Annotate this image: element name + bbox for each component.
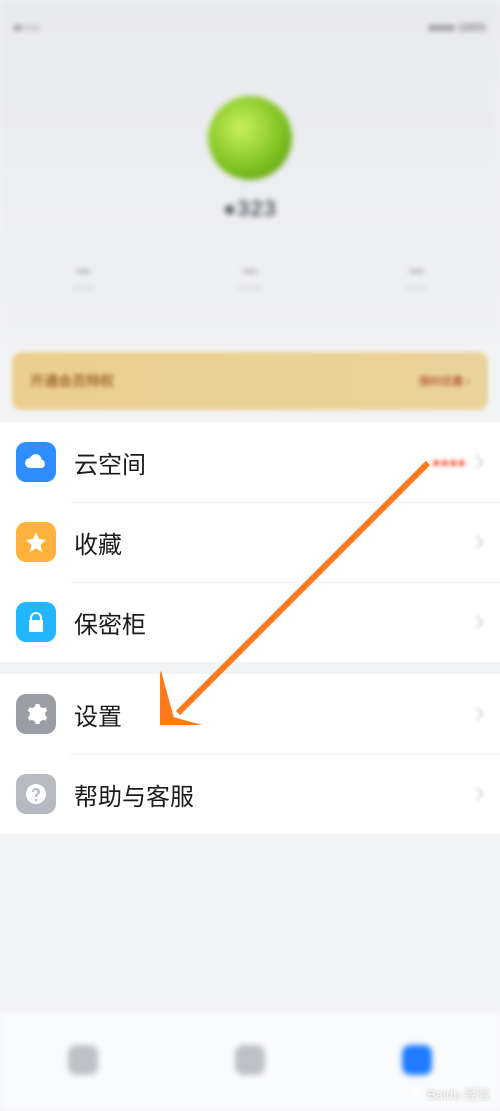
nav-item-2[interactable] xyxy=(167,1012,334,1111)
menu-label: 设置 xyxy=(74,697,472,732)
nav-icon-1 xyxy=(68,1045,98,1075)
stat-3[interactable]: — —— xyxy=(333,262,500,294)
avatar[interactable] xyxy=(208,96,292,180)
watermark: Baidu 经验 xyxy=(407,1084,490,1103)
chevron-right-icon xyxy=(470,615,484,629)
status-right: ●●●● 100% xyxy=(428,22,486,46)
status-left: ●○○○ xyxy=(14,22,41,46)
chevron-right-icon xyxy=(470,535,484,549)
nav-item-1[interactable] xyxy=(0,1012,167,1111)
promo-banner[interactable]: 开通会员特权 限时优惠 › xyxy=(12,352,488,410)
profile-header: ●○○○ ●●●● 100% ●323 — —— — —— — —— xyxy=(0,0,500,340)
menu-group-2: 设置 帮助与客服 xyxy=(0,674,500,834)
username: ●323 xyxy=(223,196,277,222)
menu-help[interactable]: 帮助与客服 xyxy=(0,754,500,834)
chevron-right-icon xyxy=(470,787,484,801)
star-icon xyxy=(16,522,56,562)
question-icon xyxy=(16,774,56,814)
chevron-right-icon xyxy=(470,455,484,469)
stats-row: — —— — —— — —— xyxy=(0,262,500,294)
watermark-text: Baidu 经验 xyxy=(427,1084,490,1103)
status-bar: ●○○○ ●●●● 100% xyxy=(0,22,500,46)
cloud-icon xyxy=(16,442,56,482)
lock-icon xyxy=(16,602,56,642)
menu-label: 云空间 xyxy=(74,445,432,480)
menu-safe[interactable]: 保密柜 xyxy=(0,582,500,662)
nav-icon-3 xyxy=(402,1045,432,1075)
menu-label: 收藏 xyxy=(74,525,472,560)
gear-icon xyxy=(16,694,56,734)
banner-right: 限时优惠 › xyxy=(419,373,470,389)
menu-label: 帮助与客服 xyxy=(74,777,472,812)
menu-group-1: 云空间 ●●●● 收藏 保密柜 xyxy=(0,422,500,662)
menu-cloud[interactable]: 云空间 ●●●● xyxy=(0,422,500,502)
menu-settings[interactable]: 设置 xyxy=(0,674,500,754)
chevron-right-icon xyxy=(470,707,484,721)
stat-2[interactable]: — —— xyxy=(167,262,334,294)
menu-extra: ●●●● xyxy=(432,454,466,470)
menu-label: 保密柜 xyxy=(74,605,472,640)
paw-icon xyxy=(407,1086,423,1102)
stat-1[interactable]: — —— xyxy=(0,262,167,294)
menu-favorites[interactable]: 收藏 xyxy=(0,502,500,582)
nav-icon-2 xyxy=(235,1045,265,1075)
banner-left: 开通会员特权 xyxy=(30,371,114,391)
